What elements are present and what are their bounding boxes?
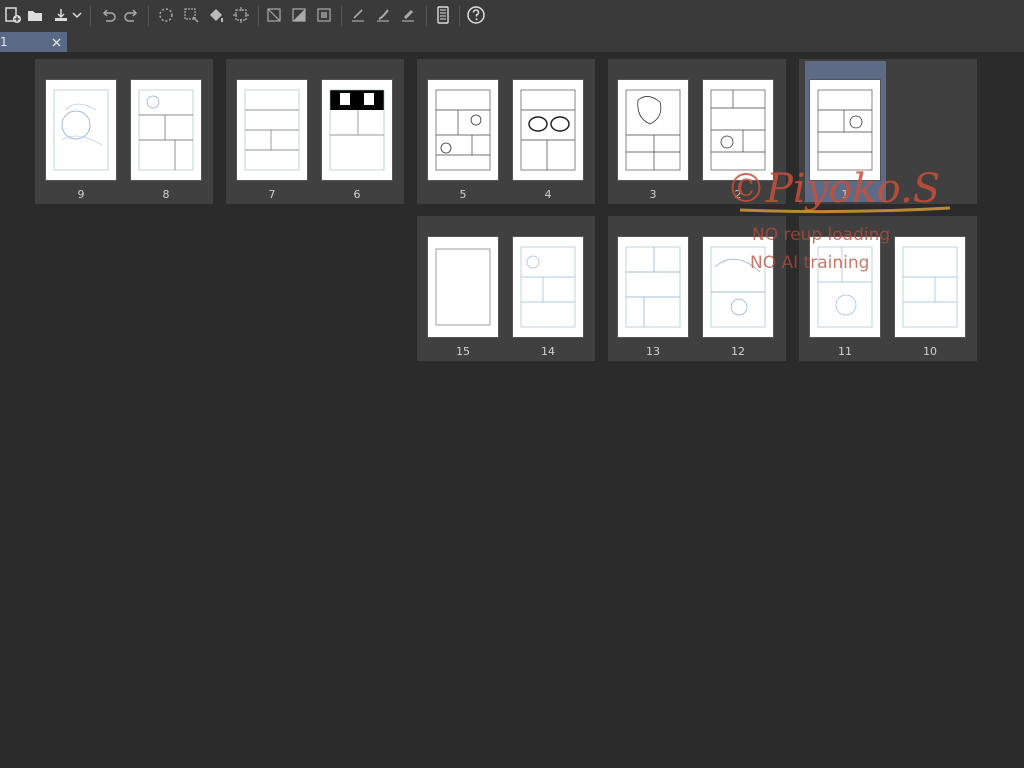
page-thumbnail[interactable] — [809, 79, 881, 181]
pen-icon[interactable] — [348, 5, 368, 25]
page-thumbnail[interactable] — [512, 236, 584, 338]
dropdown-chevron-icon[interactable] — [70, 5, 84, 25]
page-number: 15 — [456, 345, 470, 358]
page-number: 4 — [544, 188, 552, 201]
document-tab-label: 1 — [0, 35, 8, 49]
fill-icon[interactable] — [206, 5, 226, 25]
help-icon[interactable] — [466, 5, 486, 25]
page-number: 5 — [459, 188, 467, 201]
brush-icon[interactable] — [373, 5, 393, 25]
page-number: 7 — [268, 188, 276, 201]
page-number: 1 — [841, 188, 849, 201]
page-thumbnail[interactable] — [894, 236, 966, 338]
page-number: 3 — [649, 188, 657, 201]
page-thumbnail[interactable] — [427, 236, 499, 338]
page-number: 10 — [923, 345, 937, 358]
page-thumbnail[interactable] — [617, 236, 689, 338]
ruler-icon[interactable] — [264, 5, 284, 25]
frame-icon[interactable] — [314, 5, 334, 25]
open-folder-icon[interactable] — [25, 5, 45, 25]
new-page-icon[interactable] — [3, 5, 23, 25]
document-tab-bar: 1 — [0, 32, 1024, 52]
page-thumbnail[interactable] — [321, 79, 393, 181]
page-thumbnail[interactable] — [427, 79, 499, 181]
eraser-icon[interactable] — [398, 5, 418, 25]
document-tab[interactable]: 1 — [0, 32, 67, 52]
page-thumbnail[interactable] — [702, 79, 774, 181]
page-thumbnail[interactable] — [617, 79, 689, 181]
page-thumbnail[interactable] — [809, 236, 881, 338]
page-thumbnail[interactable] — [236, 79, 308, 181]
undo-icon[interactable] — [98, 5, 118, 25]
page-number: 6 — [353, 188, 361, 201]
selection-icon[interactable] — [156, 5, 176, 25]
page-manager-workspace: 9 8 7 6 5 4 3 2 1 15 14 13 12 11 10 — [0, 52, 1024, 768]
close-icon[interactable] — [50, 35, 63, 48]
device-icon[interactable] — [433, 5, 453, 25]
page-number: 2 — [734, 188, 742, 201]
page-thumbnail[interactable] — [702, 236, 774, 338]
redo-icon[interactable] — [122, 5, 142, 25]
export-icon[interactable] — [51, 5, 71, 25]
page-thumbnail[interactable] — [130, 79, 202, 181]
page-number: 13 — [646, 345, 660, 358]
main-toolbar — [0, 0, 1024, 33]
page-number: 8 — [162, 188, 170, 201]
page-number: 11 — [838, 345, 852, 358]
page-thumbnail[interactable] — [45, 79, 117, 181]
page-thumbnail[interactable] — [512, 79, 584, 181]
transform-icon[interactable] — [181, 5, 201, 25]
page-number: 12 — [731, 345, 745, 358]
crop-icon[interactable] — [231, 5, 251, 25]
page-number: 14 — [541, 345, 555, 358]
tone-icon[interactable] — [289, 5, 309, 25]
page-number: 9 — [77, 188, 85, 201]
